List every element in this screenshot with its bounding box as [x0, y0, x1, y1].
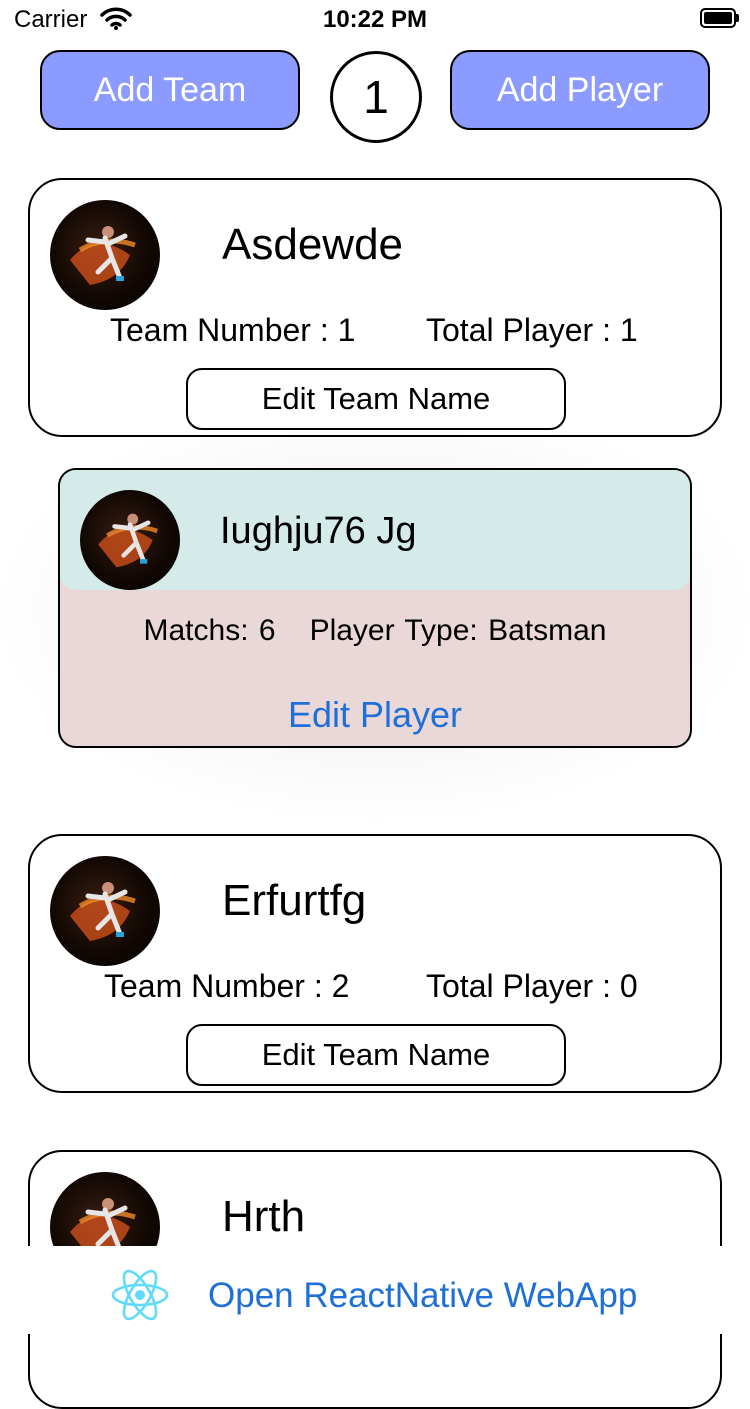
add-player-button[interactable]: Add Player: [450, 50, 710, 130]
team-counter: 1: [330, 51, 422, 143]
react-icon: [110, 1268, 170, 1327]
team-avatar: [50, 856, 160, 966]
battery-icon: [700, 8, 739, 28]
player-type: Player Type: Batsman: [309, 614, 607, 647]
edit-player-link[interactable]: Edit Player: [60, 694, 690, 736]
player-card: Iughju76 Jg Matchs: 6 Player Type: Batsma…: [58, 468, 692, 748]
footer: Open ReactNative WebApp: [0, 1246, 750, 1334]
team-card: Asdewde Team Number : 1 Total Player : 1…: [28, 178, 722, 437]
team-total-players: Total Player : 1: [426, 312, 638, 348]
team-avatar: [50, 200, 160, 310]
athlete-image-icon: [70, 226, 136, 285]
team-card: Erfurtfg Team Number : 2 Total Player : …: [28, 834, 722, 1093]
edit-team-name-button[interactable]: Edit Team Name: [186, 1024, 566, 1086]
edit-team-name-button[interactable]: Edit Team Name: [186, 368, 566, 430]
team-number: Team Number : 1: [110, 312, 356, 348]
team-total-players: Total Player : 0: [426, 968, 638, 1004]
athlete-image-icon: [98, 513, 158, 568]
team-name: Asdewde: [222, 220, 404, 269]
player-matches: Matchs: 6: [143, 614, 276, 647]
team-name: Erfurtfg: [222, 876, 367, 925]
player-name: Iughju76 Jg: [220, 510, 417, 552]
athlete-image-icon: [70, 882, 136, 941]
clock: 10:22 PM: [322, 6, 428, 33]
open-webapp-link[interactable]: Open ReactNative WebApp: [208, 1276, 637, 1316]
status-bar: Carrier 10:22 PM: [0, 0, 750, 40]
add-team-button[interactable]: Add Team: [40, 50, 300, 130]
player-avatar: [80, 490, 180, 590]
player-stats: Matchs: 6 Player Type: Batsman: [60, 614, 690, 648]
team-number: Team Number : 2: [104, 968, 350, 1004]
team-name: Hrth: [222, 1192, 306, 1241]
